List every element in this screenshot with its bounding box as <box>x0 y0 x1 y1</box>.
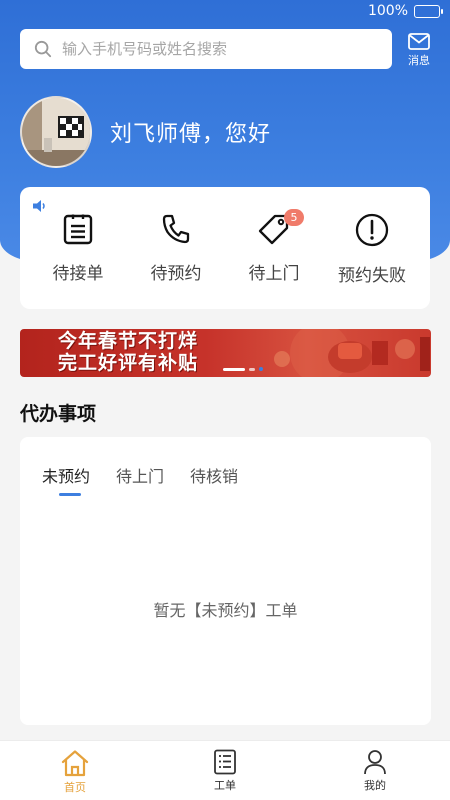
bottom-tab-bar: 首页 工单 我的 <box>0 740 450 800</box>
shortcut-card: 待接单 待预约 5 待上门 预约失败 <box>20 187 430 309</box>
avatar[interactable] <box>20 96 92 168</box>
tabbar-label: 工单 <box>214 779 236 792</box>
tabbar-label: 首页 <box>64 781 86 794</box>
carousel-dot <box>249 367 255 371</box>
messages-label: 消息 <box>408 54 430 67</box>
shortcut-label: 待接单 <box>52 264 104 284</box>
battery-icon <box>414 4 443 18</box>
clipboard-list-icon <box>63 214 93 245</box>
todo-card: 未预约 待上门 待核销 暂无【未预约】工单 <box>20 437 431 725</box>
carousel-dot <box>259 367 263 371</box>
order-list-icon <box>214 749 236 775</box>
tabbar-item-orders[interactable]: 工单 <box>150 741 300 800</box>
shortcut-label: 待预约 <box>150 264 202 284</box>
shortcut-label: 预约失败 <box>338 266 406 286</box>
battery-percent: 100% <box>367 3 408 19</box>
tab-unscheduled[interactable]: 未预约 <box>42 463 90 496</box>
tab-pending-verify[interactable]: 待核销 <box>190 463 238 487</box>
shortcut-pending-accept[interactable]: 待接单 <box>33 213 123 284</box>
phone-icon <box>162 214 190 244</box>
search-icon <box>34 40 52 58</box>
search-input[interactable] <box>62 40 352 58</box>
mail-icon <box>408 33 430 50</box>
carousel-indicator <box>223 367 263 371</box>
greeting-text: 刘飞师傅，您好 <box>110 122 272 147</box>
shortcut-label: 待上门 <box>248 264 300 284</box>
profile-section: 刘飞师傅，您好 <box>20 96 271 168</box>
speaker-icon <box>33 200 45 212</box>
banner-line-2: 完工好评有补贴 <box>58 352 199 374</box>
shortcut-pending-appointment[interactable]: 待预约 <box>131 213 221 284</box>
shortcut-appointment-failed[interactable]: 预约失败 <box>327 213 417 286</box>
alert-circle-icon <box>355 213 389 247</box>
todo-tabs: 未预约 待上门 待核销 <box>42 463 238 496</box>
shortcut-pending-visit[interactable]: 5 待上门 <box>229 209 319 284</box>
todo-section-title: 代办事项 <box>20 403 97 425</box>
tabbar-label: 我的 <box>364 779 386 792</box>
tabbar-item-mine[interactable]: 我的 <box>300 741 450 800</box>
user-icon <box>364 750 386 775</box>
banner-line-1: 今年春节不打烊 <box>58 330 199 352</box>
empty-state-text: 暂无【未预约】工单 <box>153 601 298 620</box>
messages-button[interactable]: 消息 <box>402 33 436 68</box>
search-bar[interactable] <box>20 29 392 69</box>
banner-text: 今年春节不打烊 完工好评有补贴 <box>58 330 198 374</box>
tabbar-item-home[interactable]: 首页 <box>0 741 150 800</box>
tab-pending-visit[interactable]: 待上门 <box>116 463 164 487</box>
promo-banner[interactable]: 今年春节不打烊 完工好评有补贴 <box>20 329 431 377</box>
home-icon <box>61 750 89 777</box>
carousel-dot-active <box>223 367 245 371</box>
status-bar: 100% <box>367 3 443 19</box>
pending-visit-badge: 5 <box>284 209 304 226</box>
